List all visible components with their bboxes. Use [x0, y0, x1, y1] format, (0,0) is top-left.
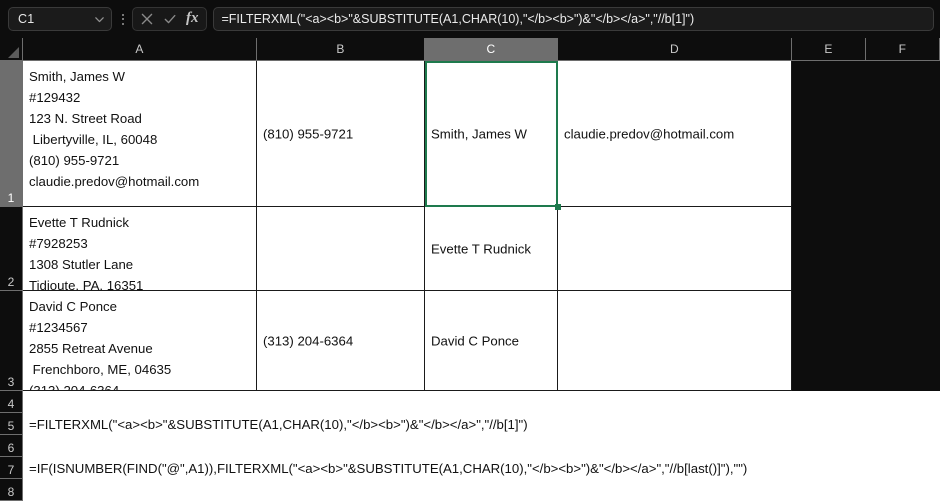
formula-action-group: fx: [132, 7, 207, 31]
spreadsheet-grid: ABCDEF 12345678 Smith, James W #129432 1…: [0, 38, 940, 501]
empty-region-ef: [792, 61, 940, 391]
column-header-a[interactable]: A: [23, 38, 257, 60]
column-header-f[interactable]: F: [866, 38, 940, 60]
check-icon[interactable]: [163, 12, 177, 26]
kebab-dot: [122, 13, 124, 16]
cell-row-8[interactable]: [23, 479, 940, 501]
cell-value-c3: David C Ponce: [431, 333, 519, 348]
cell-a3[interactable]: David C Ponce #1234567 2855 Retreat Aven…: [23, 291, 257, 391]
cell-row-4[interactable]: [23, 391, 940, 413]
kebab-dot: [122, 18, 124, 20]
select-all-triangle-icon: [8, 47, 19, 58]
cell-value-c2: Evette T Rudnick: [431, 241, 531, 256]
column-header-b[interactable]: B: [257, 38, 425, 60]
cell-a1[interactable]: Smith, James W #129432 123 N. Street Roa…: [23, 61, 257, 207]
fill-handle[interactable]: [555, 204, 561, 210]
cell-b3[interactable]: (313) 204-6364: [257, 291, 425, 391]
cell-d2[interactable]: [558, 207, 792, 291]
cell-c3[interactable]: David C Ponce: [425, 291, 558, 391]
cell-a7[interactable]: =IF(ISNUMBER(FIND("@",A1)),FILTERXML("<a…: [23, 457, 940, 479]
row-header-3[interactable]: 3: [0, 291, 22, 391]
cell-value-a2: Evette T Rudnick #7928253 1308 Stutler L…: [29, 215, 144, 291]
kebab-dot: [122, 22, 124, 25]
cell-area: Smith, James W #129432 123 N. Street Roa…: [23, 61, 940, 501]
cell-a5[interactable]: =FILTERXML("<a><b>"&SUBSTITUTE(A1,CHAR(1…: [23, 413, 940, 435]
row-header-4[interactable]: 4: [0, 391, 22, 413]
cell-value-d1: claudie.predov@hotmail.com: [564, 126, 735, 141]
cell-b2[interactable]: [257, 207, 425, 291]
cell-b1[interactable]: (810) 955-9721: [257, 61, 425, 207]
column-header-e[interactable]: E: [792, 38, 866, 60]
fx-icon[interactable]: fx: [186, 11, 199, 27]
row-header-2[interactable]: 2: [0, 207, 22, 291]
row-header-7[interactable]: 7: [0, 457, 22, 479]
column-header-row: ABCDEF: [0, 38, 940, 61]
cell-a2[interactable]: Evette T Rudnick #7928253 1308 Stutler L…: [23, 207, 257, 291]
cell-value-c1: Smith, James W: [431, 126, 527, 141]
row-header-1[interactable]: 1: [0, 61, 22, 207]
kebab-menu-icon[interactable]: [115, 13, 131, 25]
cell-row-6[interactable]: [23, 435, 940, 457]
row-header-column: 12345678: [0, 61, 23, 501]
formula-input[interactable]: =FILTERXML("<a><b>"&SUBSTITUTE(A1,CHAR(1…: [212, 7, 934, 31]
cell-value-b1: (810) 955-9721: [263, 126, 354, 141]
name-box-value: C1: [18, 12, 35, 26]
column-header-d[interactable]: D: [558, 38, 792, 60]
select-all-corner[interactable]: [0, 38, 23, 60]
cell-value-b3: (313) 204-6364: [263, 333, 354, 348]
chevron-down-icon[interactable]: [94, 14, 105, 25]
name-box[interactable]: C1: [8, 7, 112, 31]
cell-d1[interactable]: claudie.predov@hotmail.com: [558, 61, 792, 207]
column-header-c[interactable]: C: [425, 38, 558, 60]
formula-input-value: =FILTERXML("<a><b>"&SUBSTITUTE(A1,CHAR(1…: [221, 12, 695, 26]
row-header-5[interactable]: 5: [0, 413, 22, 435]
formula-bar: C1 fx =FILTERXML("<a><b>"&SUBSTITUTE(A1,…: [0, 0, 940, 38]
cell-value-a1: Smith, James W #129432 123 N. Street Roa…: [29, 69, 200, 189]
cell-c2[interactable]: Evette T Rudnick: [425, 207, 558, 291]
cell-c1[interactable]: Smith, James W: [425, 61, 558, 207]
cell-value-a3: David C Ponce #1234567 2855 Retreat Aven…: [29, 299, 172, 391]
close-icon[interactable]: [140, 12, 154, 26]
cell-d3[interactable]: [558, 291, 792, 391]
row-header-8[interactable]: 8: [0, 479, 22, 501]
row-header-6[interactable]: 6: [0, 435, 22, 457]
